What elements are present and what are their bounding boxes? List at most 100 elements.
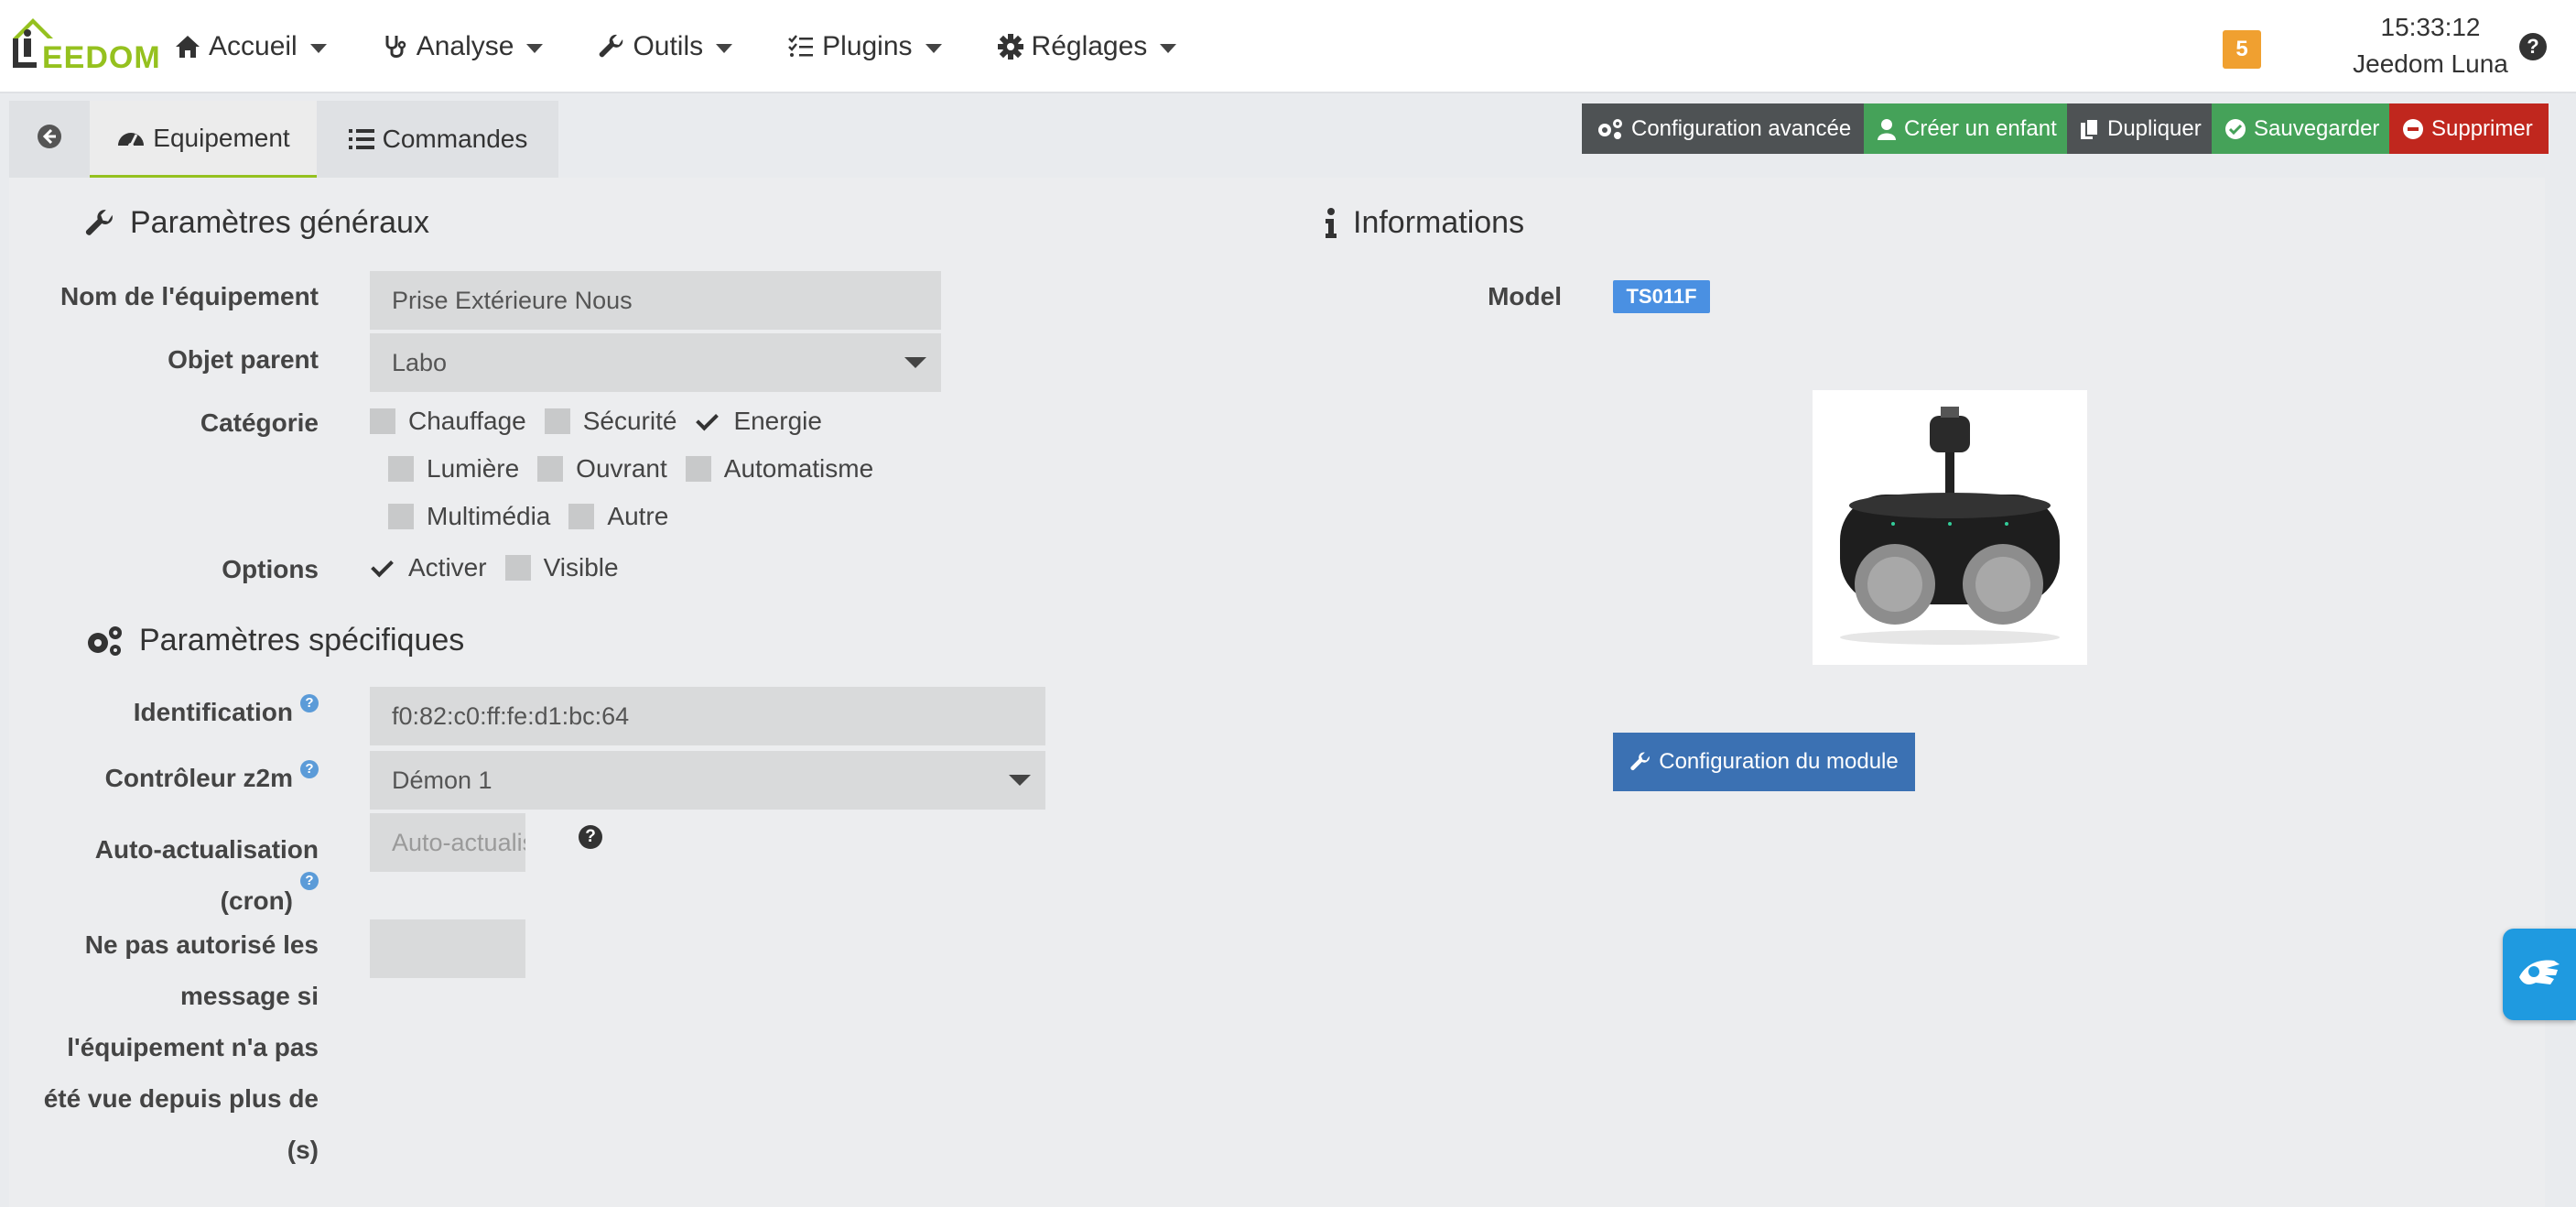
top-navbar: EEDOM Accueil Analyse Outils Plugins Rég… xyxy=(0,0,2576,93)
category-lumiere[interactable]: Lumière xyxy=(388,454,519,484)
checkbox[interactable] xyxy=(388,456,414,482)
general-title-text: Paramètres généraux xyxy=(130,205,429,240)
controller-select-value: Démon 1 xyxy=(392,766,492,794)
back-button[interactable] xyxy=(9,101,90,178)
copy-icon xyxy=(2080,117,2100,140)
category-automatisme-label: Automatisme xyxy=(723,454,874,483)
tab-equipement[interactable]: Equipement xyxy=(90,101,317,178)
tachometer-icon xyxy=(116,125,146,151)
delete-button[interactable]: Supprimer xyxy=(2389,103,2549,154)
create-child-label: Créer un enfant xyxy=(1904,115,2057,141)
assistant-float-button[interactable] xyxy=(2503,929,2576,1020)
category-multimedia[interactable]: Multimédia xyxy=(388,502,550,531)
main-menu: Accueil Analyse Outils Plugins Réglages xyxy=(172,0,1229,93)
controller-select[interactable]: Démon 1 xyxy=(370,751,1045,810)
category-lumiere-label: Lumière xyxy=(427,454,520,483)
timeout-label: Ne pas autorisé les message si l'équipem… xyxy=(7,919,319,1176)
stethoscope-icon xyxy=(380,31,411,62)
category-automatisme[interactable]: Automatisme xyxy=(685,454,874,484)
parent-select[interactable]: Labo xyxy=(370,333,941,392)
autorefresh-label-line1: Auto-actualisation xyxy=(94,835,319,864)
list-icon xyxy=(348,127,375,151)
checkbox[interactable] xyxy=(685,456,711,482)
jeedom-logo[interactable]: EEDOM xyxy=(9,13,160,75)
tasks-icon xyxy=(785,31,817,62)
tab-commandes[interactable]: Commandes xyxy=(317,101,558,178)
checkbox-checked[interactable] xyxy=(370,555,395,581)
module-config-button[interactable]: Configuration du module xyxy=(1613,733,1915,791)
timeout-input[interactable] xyxy=(370,919,525,978)
identification-input[interactable]: f0:82:c0:ff:fe:d1:bc:64 xyxy=(370,687,1045,745)
create-child-button[interactable]: Créer un enfant xyxy=(1864,103,2067,154)
check-circle-icon xyxy=(2224,118,2246,140)
help-circle-icon[interactable]: ? xyxy=(300,760,319,778)
category-ouvrant[interactable]: Ouvrant xyxy=(537,454,667,484)
clock-user-block[interactable]: 15:33:12 Jeedom Luna xyxy=(2325,13,2536,79)
question-circle-icon[interactable]: ? xyxy=(579,825,602,849)
identification-label: Identification? xyxy=(7,694,319,727)
category-multimedia-label: Multimédia xyxy=(427,502,551,530)
advanced-config-label: Configuration avancée xyxy=(1631,115,1852,141)
cog-icon xyxy=(995,31,1026,62)
controller-label: Contrôleur z2m? xyxy=(7,760,319,793)
checkbox[interactable] xyxy=(537,456,564,482)
chevron-down-icon xyxy=(309,44,327,53)
user-icon xyxy=(1877,118,1897,140)
help-circle-icon[interactable]: ? xyxy=(300,694,319,712)
name-label: Nom de l'équipement xyxy=(60,282,319,310)
advanced-config-button[interactable]: Configuration avancée xyxy=(1582,103,1864,154)
product-image xyxy=(1813,390,2087,665)
help-icon[interactable]: ? xyxy=(2519,33,2547,60)
checkbox[interactable] xyxy=(568,504,595,529)
option-visible-label: Visible xyxy=(543,553,619,582)
timeout-label-line1: Ne pas autorisé les xyxy=(84,930,319,959)
menu-analyse[interactable]: Analyse xyxy=(380,31,544,62)
category-row-3: Multimédia Autre xyxy=(388,502,687,531)
checkbox-checked[interactable] xyxy=(695,408,720,434)
save-button[interactable]: Sauvegarder xyxy=(2212,103,2389,154)
name-input[interactable]: Prise Extérieure Nous xyxy=(370,271,941,330)
chevron-down-icon xyxy=(1160,44,1177,53)
info-section-title: Informations xyxy=(1324,205,1524,241)
clock-time: 15:33:12 xyxy=(2380,13,2481,41)
info-title-text: Informations xyxy=(1353,205,1525,240)
checkbox[interactable] xyxy=(504,555,531,581)
menu-analyse-label: Analyse xyxy=(416,31,514,61)
model-badge: TS011F xyxy=(1613,280,1710,313)
parent-select-value: Labo xyxy=(392,348,448,376)
menu-accueil-label: Accueil xyxy=(209,31,298,61)
category-chauffage[interactable]: Chauffage xyxy=(370,407,526,436)
option-visible[interactable]: Visible xyxy=(504,553,619,582)
timeout-label-line5: (s) xyxy=(287,1136,319,1164)
category-energie[interactable]: Energie xyxy=(695,407,822,436)
category-autre-label: Autre xyxy=(607,502,669,530)
options-row: Activer Visible xyxy=(370,553,637,582)
option-activer[interactable]: Activer xyxy=(370,553,487,582)
menu-plugins[interactable]: Plugins xyxy=(785,31,942,62)
checkbox[interactable] xyxy=(388,504,414,529)
delete-label: Supprimer xyxy=(2431,115,2533,141)
user-name: Jeedom Luna xyxy=(2353,49,2508,78)
autorefresh-input[interactable]: Auto-actualisation xyxy=(370,813,525,872)
caret-down-icon xyxy=(1009,775,1031,786)
category-row-1: Chauffage Sécurité Energie xyxy=(370,407,840,436)
checkbox[interactable] xyxy=(370,408,395,434)
chevron-down-icon xyxy=(526,44,544,53)
category-securite[interactable]: Sécurité xyxy=(544,407,677,436)
notification-badge[interactable]: 5 xyxy=(2223,30,2261,69)
menu-reglages[interactable]: Réglages xyxy=(995,31,1177,62)
menu-outils[interactable]: Outils xyxy=(596,31,733,62)
duplicate-button[interactable]: Dupliquer xyxy=(2067,103,2212,154)
wrench-icon xyxy=(84,208,115,239)
hand-icon xyxy=(2514,950,2565,1000)
menu-accueil[interactable]: Accueil xyxy=(172,31,327,62)
autorefresh-label-line2: (cron) xyxy=(220,886,293,915)
checkbox[interactable] xyxy=(544,408,570,434)
minus-circle-icon xyxy=(2402,118,2424,140)
specific-section-title: Paramètres spécifiques xyxy=(84,623,464,658)
help-circle-icon[interactable]: ? xyxy=(300,872,319,890)
category-autre[interactable]: Autre xyxy=(568,502,668,531)
category-securite-label: Sécurité xyxy=(582,407,677,435)
option-activer-label: Activer xyxy=(408,553,487,582)
wrench-icon xyxy=(1629,751,1651,773)
